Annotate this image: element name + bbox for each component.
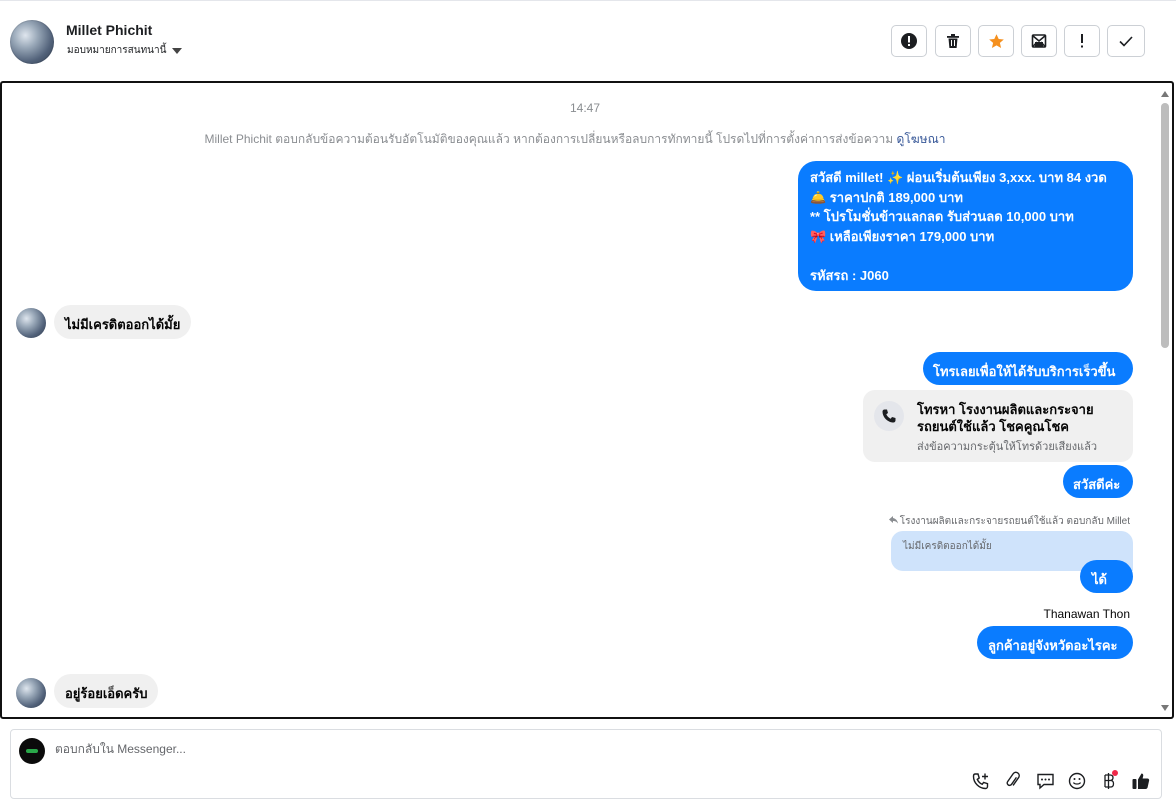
notification-dot — [1112, 769, 1118, 776]
promo-line: 🛎️ ราคาปกติ 189,000 บาท — [810, 189, 963, 205]
emoji-button[interactable] — [1066, 772, 1088, 794]
scroll-up-arrow-icon[interactable] — [1161, 91, 1169, 97]
reply-arrow-icon — [888, 516, 898, 527]
auto-reply-notice: Millet Phichit ตอบกลับข้อความต้อนรับอัตโ… — [2, 130, 1148, 149]
emoji-icon — [1068, 772, 1086, 795]
page-avatar — [19, 738, 45, 764]
promo-line: ** โปรโมชั่นข้าวแลกลด รับส่วนลด 10,000 บ… — [810, 209, 1074, 224]
call-card-title: โทรหา โรงงานผลิตและกระจาย รถยนต์ใช้แล้ว … — [917, 402, 1094, 434]
promo-line: สวัสดี millet! ✨ ผ่อนเริ่มต้นเพียง 3,xxx… — [810, 170, 1107, 185]
star-button[interactable] — [978, 25, 1014, 57]
mark-important-button[interactable] — [1064, 25, 1100, 57]
contact-avatar-small — [16, 678, 46, 708]
auto-reply-text: Millet Phichit ตอบกลับข้อความต้อนรับอัตโ… — [204, 132, 894, 146]
call-button[interactable] — [970, 772, 992, 794]
attachment-icon — [1004, 771, 1022, 796]
message-thread[interactable]: 14:47 Millet Phichit ตอบกลับข้อความต้อนร… — [0, 81, 1174, 719]
sender-name: Thanawan Thon — [1043, 607, 1130, 621]
promo-line — [810, 246, 1121, 266]
star-icon — [988, 33, 1005, 50]
payment-button[interactable] — [1098, 769, 1120, 795]
outgoing-message[interactable]: ได้ค่ะ — [1080, 560, 1133, 608]
like-button[interactable] — [1130, 772, 1152, 794]
reply-input[interactable] — [55, 742, 755, 756]
delete-button[interactable] — [935, 25, 971, 57]
call-card-subtitle: ส่งข้อความกระตุ้นให้โทรด้วยเสียงแล้ว — [917, 441, 1098, 453]
mark-done-button[interactable] — [1107, 25, 1145, 57]
assign-conversation-dropdown[interactable]: มอบหมายการสนทนานี้ — [67, 43, 183, 58]
phone-icon — [874, 401, 904, 431]
attach-button[interactable] — [1002, 771, 1024, 796]
spam-envelope-icon — [1031, 33, 1047, 49]
outgoing-message[interactable]: โทรเลยเพื่อให้ได้รับบริการเร็วขึ้น — [923, 352, 1133, 385]
outgoing-promo-message[interactable]: สวัสดี millet! ✨ ผ่อนเริ่มต้นเพียง 3,xxx… — [798, 161, 1133, 291]
outgoing-message[interactable]: สวัสดีค่ะ — [1063, 465, 1133, 498]
check-icon — [1118, 34, 1134, 48]
scrollbar-thumb[interactable] — [1161, 103, 1169, 348]
thumbs-up-icon — [1131, 771, 1151, 796]
scroll-down-arrow-icon[interactable] — [1161, 705, 1169, 711]
saved-replies-button[interactable] — [1034, 772, 1056, 794]
caret-down-icon — [172, 47, 183, 54]
promo-line: 🎀 เหลือเพียงราคา 179,000 บาท — [810, 228, 995, 244]
alert-circle-icon — [900, 32, 918, 50]
call-request-card[interactable]: โทรหา โรงงานผลิตและกระจาย รถยนต์ใช้แล้ว … — [863, 390, 1133, 462]
phone-plus-icon — [971, 771, 991, 796]
reply-context-text: โรงงานผลิตและกระจายรถยนต์ใช้แล้ว ตอบกลับ… — [899, 516, 1130, 527]
view-ad-link[interactable]: ดูโฆษณา — [897, 132, 946, 146]
message-timestamp: 14:47 — [569, 101, 601, 115]
reply-context: โรงงานผลิตและกระจายรถยนต์ใช้แล้ว ตอบกลับ… — [888, 514, 1130, 529]
trash-icon — [945, 33, 961, 49]
incoming-message[interactable]: อยู่ร้อยเอ็ดครับ — [54, 674, 159, 708]
exclamation-icon — [1079, 33, 1085, 49]
contact-name[interactable]: Millet Phichit — [66, 22, 152, 38]
outgoing-message[interactable]: ลูกค้าอยู่จังหวัดอะไรคะ — [977, 626, 1133, 659]
contact-avatar-small — [16, 308, 46, 338]
promo-line: รหัสรถ : J060 — [810, 267, 889, 283]
saved-reply-icon — [1036, 772, 1055, 795]
alert-button[interactable] — [891, 25, 927, 57]
baht-icon — [1102, 769, 1118, 795]
spam-button[interactable] — [1021, 25, 1057, 57]
scrollbar[interactable] — [1159, 87, 1171, 715]
conversation-header: Millet Phichit มอบหมายการสนทนานี้ — [0, 0, 1176, 80]
incoming-message[interactable]: ไม่มีเครดิตออกได้มั้ย — [54, 305, 192, 339]
contact-avatar[interactable] — [10, 20, 54, 64]
assign-label: มอบหมายการสนทนานี้ — [67, 45, 167, 56]
reply-composer — [10, 729, 1162, 799]
